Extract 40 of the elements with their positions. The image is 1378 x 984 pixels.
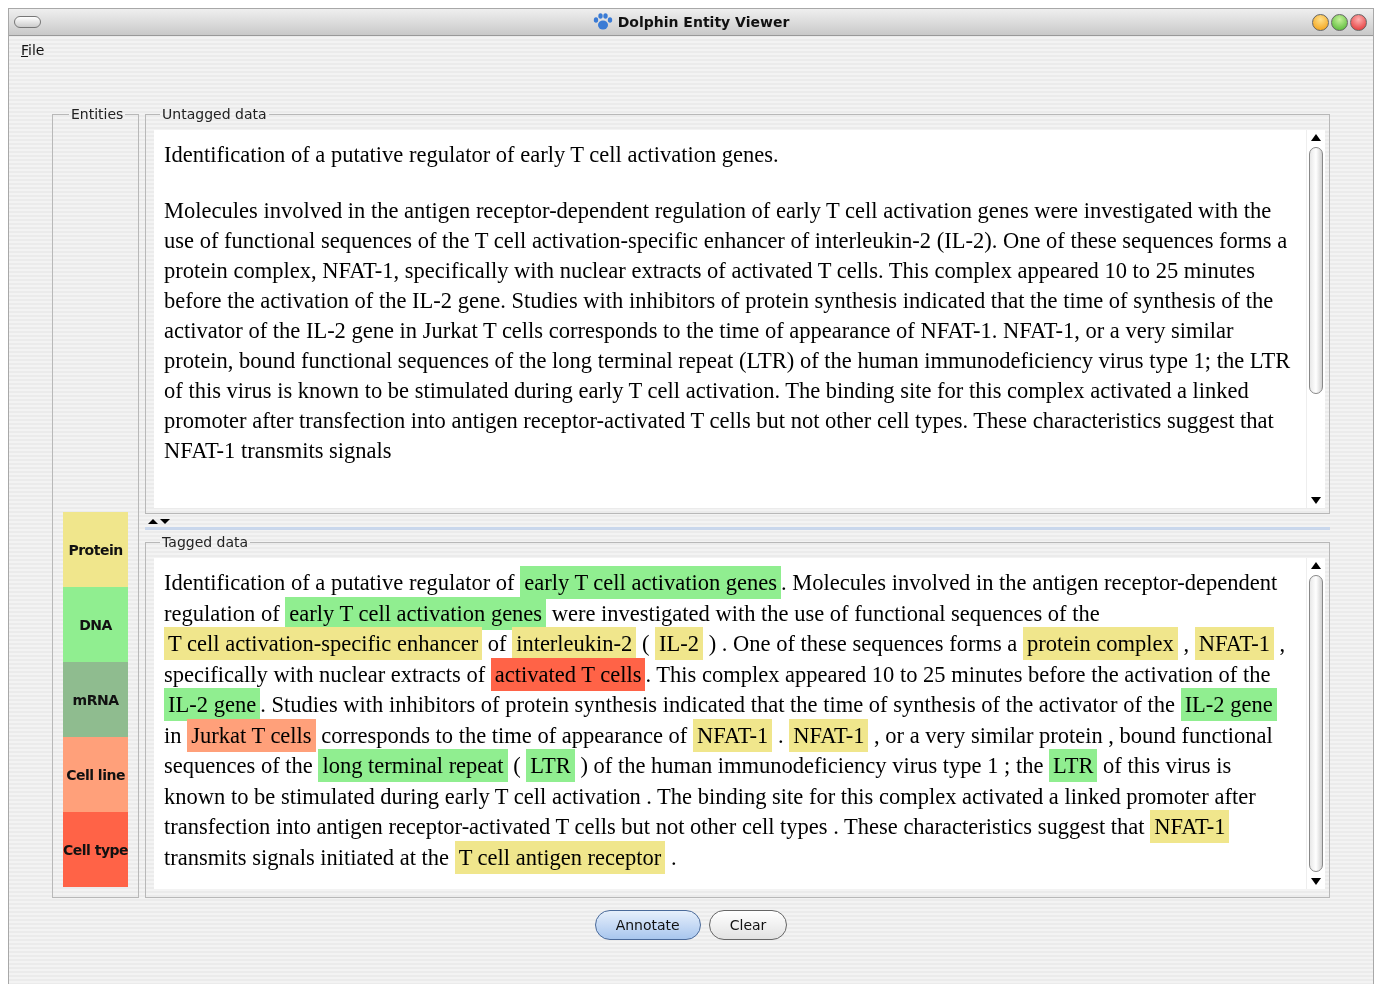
entity-highlight: early T cell activation genes [520,566,782,599]
entity-highlight: LTR [526,749,575,782]
entity-highlight: long terminal repeat [318,749,508,782]
entity-label[interactable]: Protein [63,512,129,587]
toolbar-toggle-button[interactable] [14,16,41,28]
entity-highlight: early T cell activation genes [285,596,547,630]
text-paragraph: Molecules involved in the antigen receptor-dependent regulation of early T cell activation genes were investigated with the use of functional sequences of the T cell activation-specific enhancer of interleukin-2 (IL-2). One of these sequences forms a protein complex, NFAT-1, specifically with nuclear extracts of activated T cells. This complex appeared 10 to 25 minutes before the activation of the IL-2 gene. Studies with inhibitors of protein synthesis indicated that the time of synthesis of the activator of the IL-2 gene in Jurkat T cells corresponds to the time of appearance of NFAT-1. NFAT-1, or a very similar protein, bound functional sequences of the long terminal repeat (LTR) of the human immunodeficiency virus type 1; the LTR of this virus is known to be stimulated during early T cell activation. The binding site for this complex activated a linked promoter after transfection into antigen receptor-activated T cells but not other cell types. These characteristics suggest that NFAT-1 transmits signals [164,197,1292,465]
menu-item[interactable]: File [17,40,49,60]
entity-highlight: NFAT-1 [1194,627,1274,660]
entity-label[interactable]: mRNA [63,662,129,737]
entity-highlight: NFAT-1 [789,718,869,752]
entity-highlight: activated T cells [490,657,646,691]
entity-highlight: LTR [1049,749,1098,782]
paw-icon [592,13,613,31]
entity-highlight: IL-2 [655,627,704,660]
entity-label[interactable]: Cell line [63,737,129,812]
tagged-text: Identification of a putative regulator of early T cell activation genes . Molecules involved in the antigen receptor-dependent regulation of early T cell activation genes were investigated with the use of functional sequences of the T cell activation-specific enhancer of interleukin-2 ( IL-2 ) . One of these sequences forms a protein complex , NFAT-1 , specifically with nuclear extracts of activated T cells . This complex appeared 10 to 25 minutes before the activation of the IL-2 gene . Studies with inhibitors of protein synthesis indicated that the time of synthesis of the activator of the IL-2 gene in Jurkat T cells corresponds to the time of appearance of NFAT-1 . NFAT-1 , or a very similar protein , bound functional sequences of the long terminal repeat ( LTR ) of the human immunodeficiency virus type 1 ; the LTR of this virus is known to be stimulated during early T cell activation . The binding site for this complex activated a linked promoter after transfection into antigen receptor-activated T cells but not other cell types . These characteristics suggest that NFAT-1 transmits signals initiated at the T cell antigen receptor . [164,568,1296,873]
entity-label[interactable]: Cell type [63,812,129,887]
entity-label[interactable]: DNA [63,587,129,662]
scroll-bar[interactable] [1306,130,1325,508]
entity-highlight: interleukin-2 [512,627,637,660]
entity-highlight: T cell activation-specific enhancer [164,627,483,660]
entity-highlight: NFAT-1 [693,718,773,752]
text-paragraph: Identification of a putative regulator of early T cell activation genes. [164,141,780,169]
entity-highlight: T cell antigen receptor [454,840,666,874]
action-button[interactable]: Clear [708,910,788,940]
scroll-bar[interactable] [1306,558,1325,889]
entity-highlight: IL-2 gene [164,688,261,721]
window-title: Dolphin Entity Viewer [617,14,790,30]
entity-highlight: IL-2 gene [1180,688,1277,721]
entity-highlight: NFAT-1 [1150,810,1230,843]
action-button[interactable]: Annotate [594,910,701,940]
maximize-button[interactable] [1331,13,1348,31]
panel-title: Untagged data [161,106,268,122]
panel-title: Tagged data [161,534,250,550]
entity-highlight: Jurkat T cells [187,718,316,752]
minimize-button[interactable] [1312,13,1329,31]
close-button[interactable] [1350,13,1367,31]
entity-highlight: protein complex [1022,627,1178,660]
panel-title: Entities [70,106,125,122]
